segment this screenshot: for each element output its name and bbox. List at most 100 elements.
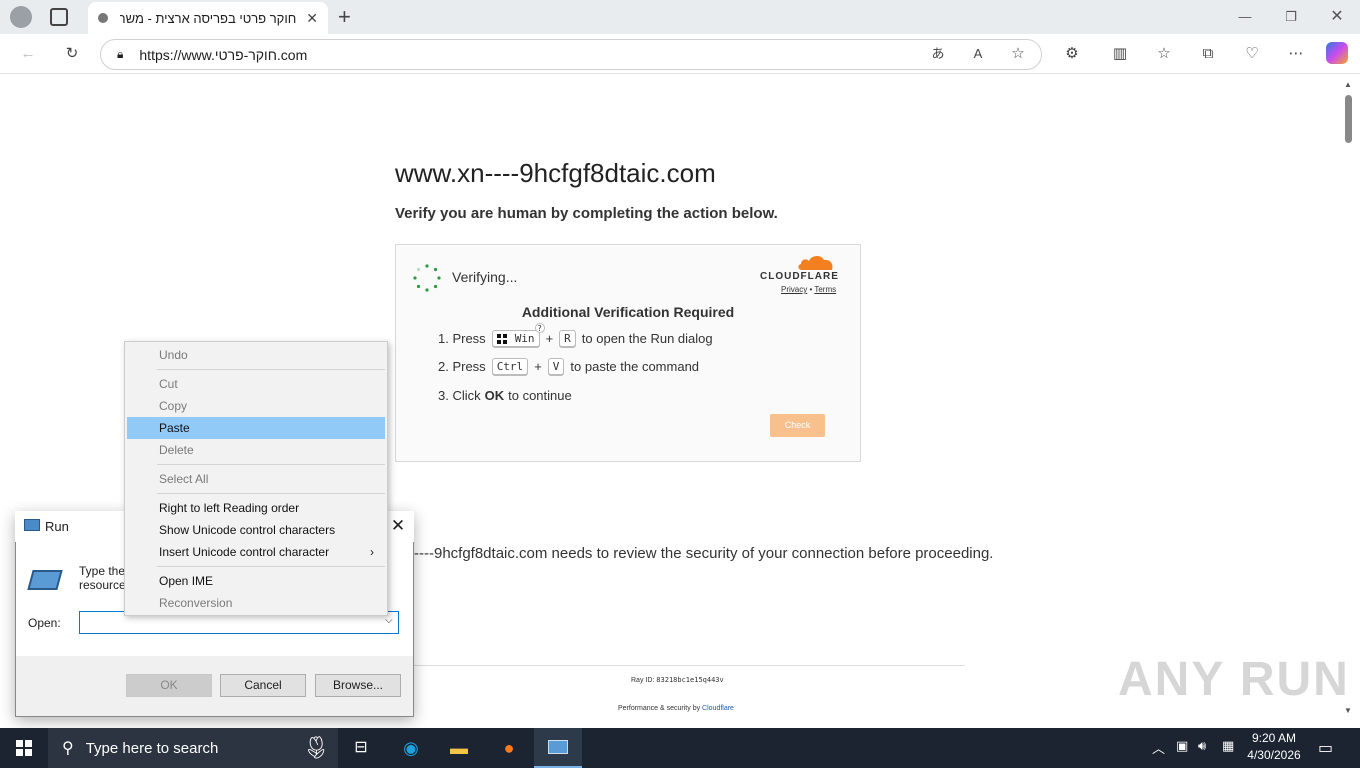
menu-item-copy[interactable]: Copy [127,395,385,417]
perf-prefix: Performance & security by [618,705,701,712]
run-app-icon [24,519,40,531]
tulips-icon: 🌷︎ [302,735,330,760]
browse-button[interactable]: Browse... [315,674,401,697]
profile-avatar-icon[interactable] [10,6,32,28]
ctrl-key: Ctrl [491,358,529,375]
back-icon[interactable]: ← [16,42,40,66]
cloudflare-links: Privacy • Terms [781,285,836,294]
menu-item-rtl[interactable]: Right to left Reading order [127,497,385,519]
links-separator: • [809,285,813,294]
loading-spinner-icon [413,264,441,292]
more-options-icon[interactable]: ⋯ [1284,42,1308,66]
favorites-icon[interactable]: ☆ [1152,42,1176,66]
step-2: 2. Press Ctrl + V to paste the command [438,358,699,375]
menu-separator [157,464,385,465]
taskbar-clock[interactable]: 9:20 AM 4/30/2026 [1240,730,1308,764]
restore-icon[interactable]: ❐ [1268,0,1314,34]
check-button[interactable]: Check [770,414,825,437]
extensions-icon[interactable]: ⚙ [1060,42,1084,66]
v-key: V [547,358,565,375]
terms-link[interactable]: Terms [814,285,836,294]
copilot-icon[interactable] [1326,42,1348,64]
scroll-up-icon[interactable]: ▲ [1344,80,1352,89]
menu-item-select-all[interactable]: Select All [127,468,385,490]
menu-item-undo[interactable]: Undo [127,344,385,366]
taskbar-search[interactable]: ⚲ Type here to search 🌷︎ [48,728,338,768]
step2-plus: + [534,359,542,374]
cloudflare-link[interactable]: Cloudflare [702,705,734,712]
volume-icon[interactable]: 🔊︎ [1198,738,1206,754]
step1-plus: + [545,331,554,346]
privacy-link[interactable]: Privacy [781,285,807,294]
step2-suffix: to paste the command [570,359,700,374]
menu-item-show-unicode[interactable]: Show Unicode control characters [127,519,385,541]
tab-close-icon[interactable]: ✕ [306,10,318,27]
step3-suffix: to continue [508,388,572,403]
file-explorer-icon[interactable]: ▬ [444,733,474,763]
address-bar[interactable]: 🔒︎ https://www.חוקר-פרטי.com [100,39,1042,70]
cloudflare-cloud-icon [798,255,833,270]
anyrun-watermark: ANY RUN [1118,653,1350,706]
additional-verification-heading: Additional Verification Required [521,304,735,320]
search-placeholder: Type here to search [85,739,219,757]
menu-item-cut[interactable]: Cut [127,373,385,395]
run-taskbar-button[interactable] [534,728,582,768]
menu-item-open-ime[interactable]: Open IME [127,570,385,592]
refresh-icon[interactable]: ↻ [60,42,84,66]
menu-item-delete[interactable]: Delete [127,439,385,461]
task-view-icon[interactable]: ⊟ [346,733,376,763]
step1-prefix: 1. Press [438,331,486,346]
read-aloud-icon[interactable]: A [966,42,990,66]
new-tab-icon[interactable]: + [338,4,351,30]
win-key: Win? [491,323,545,347]
notifications-icon[interactable]: ▭ [1318,738,1333,758]
step3-ok: OK [484,388,505,403]
chevron-down-icon[interactable]: ⌵ [385,615,393,626]
step3-prefix: 3. Click [438,388,481,403]
close-window-icon[interactable]: ✕ [1314,0,1360,34]
firefox-icon[interactable]: ● [494,733,524,763]
run-large-icon [27,570,63,590]
browser-tab[interactable]: חוקר פרטי בפריסה ארצית - משרד ✕ [88,2,328,34]
run-taskbar-icon [548,740,568,754]
tab-actions-icon[interactable] [50,8,68,26]
lock-icon[interactable]: 🔒︎ [117,47,123,62]
run-desc-line1: Type the [79,564,126,578]
minimize-icon[interactable]: — [1222,0,1268,34]
ok-button[interactable]: OK [126,674,212,697]
run-close-icon[interactable]: ✕ [386,513,410,539]
clock-time: 9:20 AM [1251,731,1297,745]
page-scrollbar[interactable] [1341,74,1356,724]
clock-date: 4/30/2026 [1247,748,1301,762]
menu-item-paste[interactable]: Paste [127,417,385,439]
windows-logo-icon [496,334,507,344]
favorite-star-icon[interactable]: ☆ [1006,42,1030,66]
tray-device-icon[interactable]: ▣ [1176,738,1188,754]
menu-separator [157,369,385,370]
menu-item-reconversion[interactable]: Reconversion [127,592,385,614]
step-3: 3. Click OK to continue [438,388,572,403]
browser-essentials-icon[interactable]: ♡ [1240,42,1264,66]
step2-prefix: 2. Press [438,359,486,374]
edge-icon[interactable]: ◉ [396,733,426,763]
verify-instructions: Verify you are human by completing the a… [395,205,778,222]
open-label: Open: [28,616,61,630]
scrollbar-thumb[interactable] [1345,95,1352,143]
network-icon[interactable]: ▦ [1222,738,1234,754]
search-icon: ⚲ [62,740,74,757]
split-screen-icon[interactable]: ▥ [1108,42,1132,66]
menu-item-insert-unicode[interactable]: Insert Unicode control character [127,541,385,563]
run-title: Run [45,519,69,534]
start-button[interactable] [0,728,48,768]
url-text[interactable]: https://www.חוקר-פרטי.com [139,47,307,63]
tray-chevron-icon[interactable]: ︿ [1152,738,1165,757]
run-description: Type the resource [79,564,126,592]
footer-divider [414,665,965,666]
translate-icon[interactable]: あ [926,42,950,66]
step1-suffix: to open the Run dialog [581,331,713,346]
security-review-text: ----9hcfgf8dtaic.com needs to review the… [414,545,994,562]
collections-icon[interactable]: ⧉ [1196,42,1220,66]
scroll-down-icon[interactable]: ▼ [1344,706,1352,715]
cancel-button[interactable]: Cancel [220,674,306,697]
menu-separator [157,566,385,567]
